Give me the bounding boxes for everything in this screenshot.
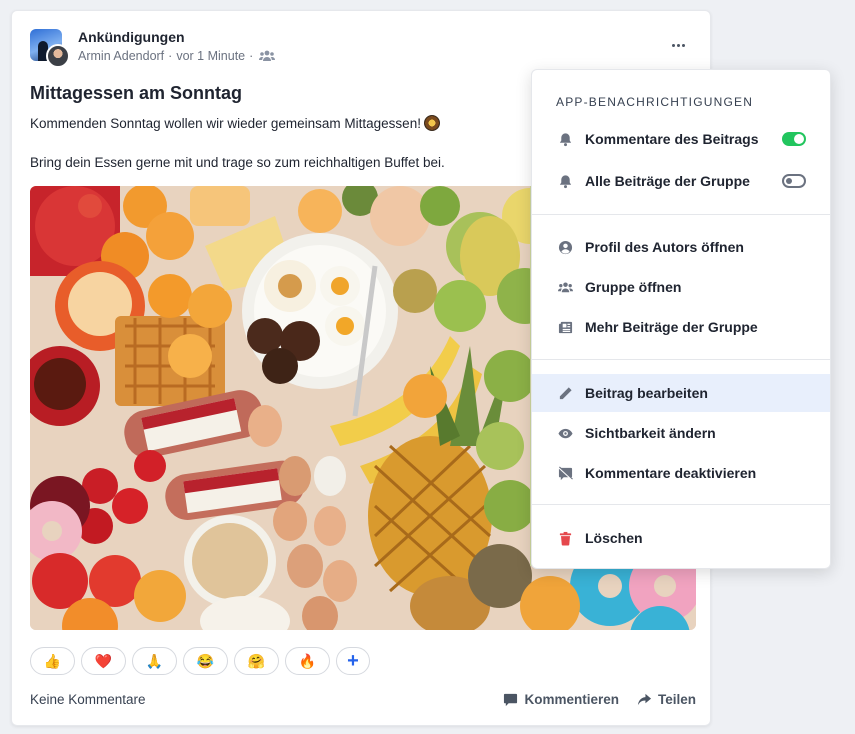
fire-icon: 🔥 bbox=[298, 652, 317, 669]
post-actions: Kommentieren Teilen bbox=[503, 692, 696, 707]
reaction-folded-hands[interactable]: 🙏 bbox=[132, 647, 177, 675]
meta-separator: · bbox=[249, 49, 254, 63]
menu-item-open-profile[interactable]: Profil des Autors öffnen bbox=[532, 228, 830, 266]
menu-item-label: Gruppe öffnen bbox=[585, 279, 682, 295]
menu-item-label: Mehr Beiträge der Gruppe bbox=[585, 319, 758, 335]
heart-icon: ❤️ bbox=[94, 652, 113, 669]
group-name[interactable]: Ankündigungen bbox=[78, 29, 185, 45]
user-circle-icon bbox=[557, 239, 573, 255]
bell-icon bbox=[557, 131, 573, 147]
folded-hands-icon: 🙏 bbox=[145, 652, 164, 669]
menu-item-notify-comments[interactable]: Kommentare des Beitrags bbox=[532, 120, 830, 158]
post-paragraph-text: Kommenden Sonntag wollen wir wieder geme… bbox=[30, 116, 421, 131]
menu-item-disable-comments[interactable]: Kommentare deaktivieren bbox=[532, 454, 830, 492]
post-meta: Armin Adendorf · vor 1 Minute · bbox=[78, 49, 276, 63]
add-reaction-icon: + bbox=[347, 649, 359, 672]
menu-item-label: Alle Beiträge der Gruppe bbox=[585, 173, 750, 189]
newspaper-icon bbox=[557, 319, 573, 335]
laughing-icon: 😂 bbox=[196, 652, 215, 669]
menu-divider bbox=[532, 214, 830, 215]
menu-item-label: Profil des Autors öffnen bbox=[585, 239, 744, 255]
more-options-button[interactable] bbox=[666, 35, 690, 55]
menu-item-label: Kommentare deaktivieren bbox=[585, 465, 757, 481]
menu-section-title: APP-BENACHRICHTIGUNGEN bbox=[556, 95, 754, 109]
post-paragraph: Bring dein Essen gerne mit und trage so … bbox=[30, 155, 445, 170]
post-time: vor 1 Minute bbox=[176, 49, 246, 63]
reaction-laughing[interactable]: 😂 bbox=[183, 647, 228, 675]
menu-item-label: Sichtbarkeit ändern bbox=[585, 425, 716, 441]
toggle-notify-comments[interactable] bbox=[782, 132, 806, 146]
share-icon bbox=[637, 693, 652, 706]
comment-count: Keine Kommentare bbox=[30, 692, 146, 707]
toggle-notify-group[interactable] bbox=[782, 174, 806, 188]
menu-item-open-group[interactable]: Gruppe öffnen bbox=[532, 268, 830, 306]
reaction-thumbs-up[interactable]: 👍 bbox=[30, 647, 75, 675]
post-body: Kommenden Sonntag wollen wir wieder geme… bbox=[30, 114, 510, 192]
reaction-fire[interactable]: 🔥 bbox=[285, 647, 330, 675]
eye-icon bbox=[557, 425, 573, 441]
users-icon bbox=[557, 279, 573, 295]
add-reaction-button[interactable]: + bbox=[336, 647, 370, 675]
menu-item-delete[interactable]: Löschen bbox=[532, 519, 830, 557]
menu-divider bbox=[532, 359, 830, 360]
pencil-icon bbox=[557, 385, 573, 401]
comment-button[interactable]: Kommentieren bbox=[503, 692, 619, 707]
bell-icon bbox=[557, 173, 573, 189]
menu-item-change-visibility[interactable]: Sichtbarkeit ändern bbox=[532, 414, 830, 452]
post-header: Ankündigungen Armin Adendorf · vor 1 Min… bbox=[30, 29, 690, 69]
menu-item-edit-post[interactable]: Beitrag bearbeiten bbox=[532, 374, 830, 412]
menu-item-label: Beitrag bearbeiten bbox=[585, 385, 708, 401]
menu-item-label: Kommentare des Beitrags bbox=[585, 131, 759, 147]
menu-item-label: Löschen bbox=[585, 530, 643, 546]
trash-icon bbox=[557, 530, 573, 546]
share-button[interactable]: Teilen bbox=[637, 692, 696, 707]
reaction-hugging[interactable]: 🤗 bbox=[234, 647, 279, 675]
reaction-heart[interactable]: ❤️ bbox=[81, 647, 126, 675]
menu-item-notify-group[interactable]: Alle Beiträge der Gruppe bbox=[532, 162, 830, 200]
group-visibility-icon bbox=[259, 50, 276, 62]
post-title: Mittagessen am Sonntag bbox=[30, 83, 243, 103]
share-label: Teilen bbox=[657, 692, 696, 707]
reaction-bar: 👍 ❤️ 🙏 😂 🤗 🔥 + bbox=[30, 647, 370, 675]
thumbs-up-icon: 👍 bbox=[43, 652, 62, 669]
dot-icon bbox=[676, 43, 680, 47]
comment-icon bbox=[504, 693, 518, 707]
meta-separator: · bbox=[168, 49, 173, 63]
dot-icon bbox=[681, 43, 685, 47]
menu-item-more-posts[interactable]: Mehr Beiträge der Gruppe bbox=[532, 308, 830, 346]
post-paragraph: Kommenden Sonntag wollen wir wieder geme… bbox=[30, 114, 510, 134]
author-avatar[interactable] bbox=[46, 44, 70, 68]
comment-label: Kommentieren bbox=[524, 692, 619, 707]
post-footer: Keine Kommentare Kommentieren Teilen bbox=[30, 692, 696, 712]
comment-slash-icon bbox=[557, 465, 573, 481]
menu-divider bbox=[532, 504, 830, 505]
avatar-group[interactable] bbox=[30, 29, 70, 69]
food-emoji-icon bbox=[423, 115, 440, 131]
dot-icon bbox=[671, 43, 675, 47]
author-name[interactable]: Armin Adendorf bbox=[78, 49, 164, 63]
post-options-menu: APP-BENACHRICHTIGUNGEN Kommentare des Be… bbox=[531, 69, 831, 569]
hugging-icon: 🤗 bbox=[247, 652, 266, 669]
